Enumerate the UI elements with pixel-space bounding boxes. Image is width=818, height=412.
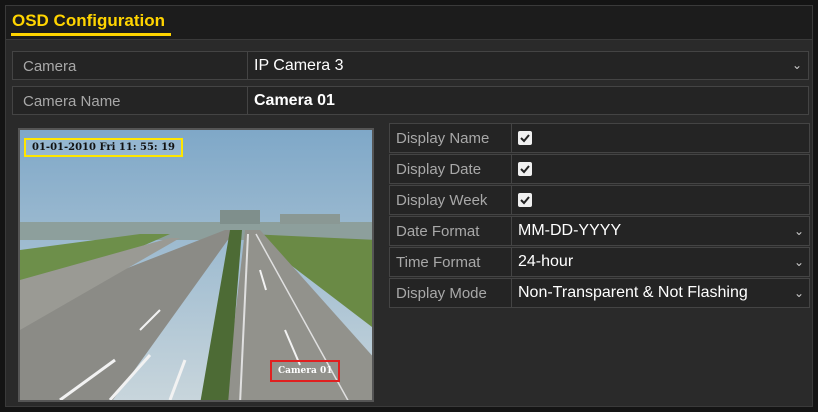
title-underline (11, 33, 171, 36)
title-bar: OSD Configuration (6, 6, 812, 40)
time-format-label: Time Format (396, 254, 481, 271)
camera-select[interactable]: Camera IP Camera 3 ⌄ (12, 51, 809, 80)
display-mode-label: Display Mode (396, 285, 487, 302)
display-name-row: Display Name (389, 123, 810, 153)
page-title: OSD Configuration (12, 11, 165, 30)
row-divider (511, 279, 512, 307)
row-divider (511, 217, 512, 245)
checkmark-icon (520, 165, 530, 174)
date-format-label: Date Format (396, 223, 480, 240)
display-date-checkbox[interactable] (518, 162, 532, 176)
display-name-checkbox[interactable] (518, 131, 532, 145)
camera-value: IP Camera 3 (254, 57, 344, 74)
osd-settings-panel: Display Name Display Date Display Week D… (389, 123, 810, 309)
display-mode-value: Non-Transparent & Not Flashing (518, 284, 748, 301)
camera-name-value: Camera 01 (254, 92, 335, 109)
date-format-value: MM-DD-YYYY (518, 222, 622, 239)
osd-date-overlay[interactable]: 01-01-2010 Fri 11: 55: 19 (24, 138, 184, 157)
camera-label: Camera (23, 58, 77, 75)
camera-name-label: Camera Name (23, 93, 121, 110)
display-week-row: Display Week (389, 185, 810, 215)
display-date-row: Display Date (389, 154, 810, 184)
row-divider (511, 248, 512, 276)
row-divider (247, 52, 248, 79)
checkmark-icon (520, 196, 530, 205)
time-format-select[interactable]: Time Format 24-hour ⌄ (389, 247, 810, 277)
chevron-down-icon[interactable]: ⌄ (792, 58, 802, 72)
display-week-label: Display Week (396, 192, 488, 209)
row-divider (511, 124, 512, 152)
display-week-checkbox[interactable] (518, 193, 532, 207)
osd-configuration-window: OSD Configuration Camera IP Camera 3 ⌄ C… (5, 5, 813, 407)
checkmark-icon (520, 134, 530, 143)
time-format-value: 24-hour (518, 253, 574, 270)
camera-name-field[interactable]: Camera Name Camera 01 (12, 86, 809, 115)
camera-preview[interactable]: 01-01-2010 Fri 11: 55: 19 Camera 01 (18, 128, 374, 402)
display-name-label: Display Name (396, 130, 490, 147)
row-divider (511, 155, 512, 183)
display-mode-select[interactable]: Display Mode Non-Transparent & Not Flash… (389, 278, 810, 308)
osd-name-overlay[interactable]: Camera 01 (270, 360, 341, 382)
row-divider (511, 186, 512, 214)
chevron-down-icon[interactable]: ⌄ (794, 224, 804, 238)
chevron-down-icon[interactable]: ⌄ (794, 286, 804, 300)
display-date-label: Display Date (396, 161, 482, 178)
date-format-select[interactable]: Date Format MM-DD-YYYY ⌄ (389, 216, 810, 246)
row-divider (247, 87, 248, 114)
chevron-down-icon[interactable]: ⌄ (794, 255, 804, 269)
